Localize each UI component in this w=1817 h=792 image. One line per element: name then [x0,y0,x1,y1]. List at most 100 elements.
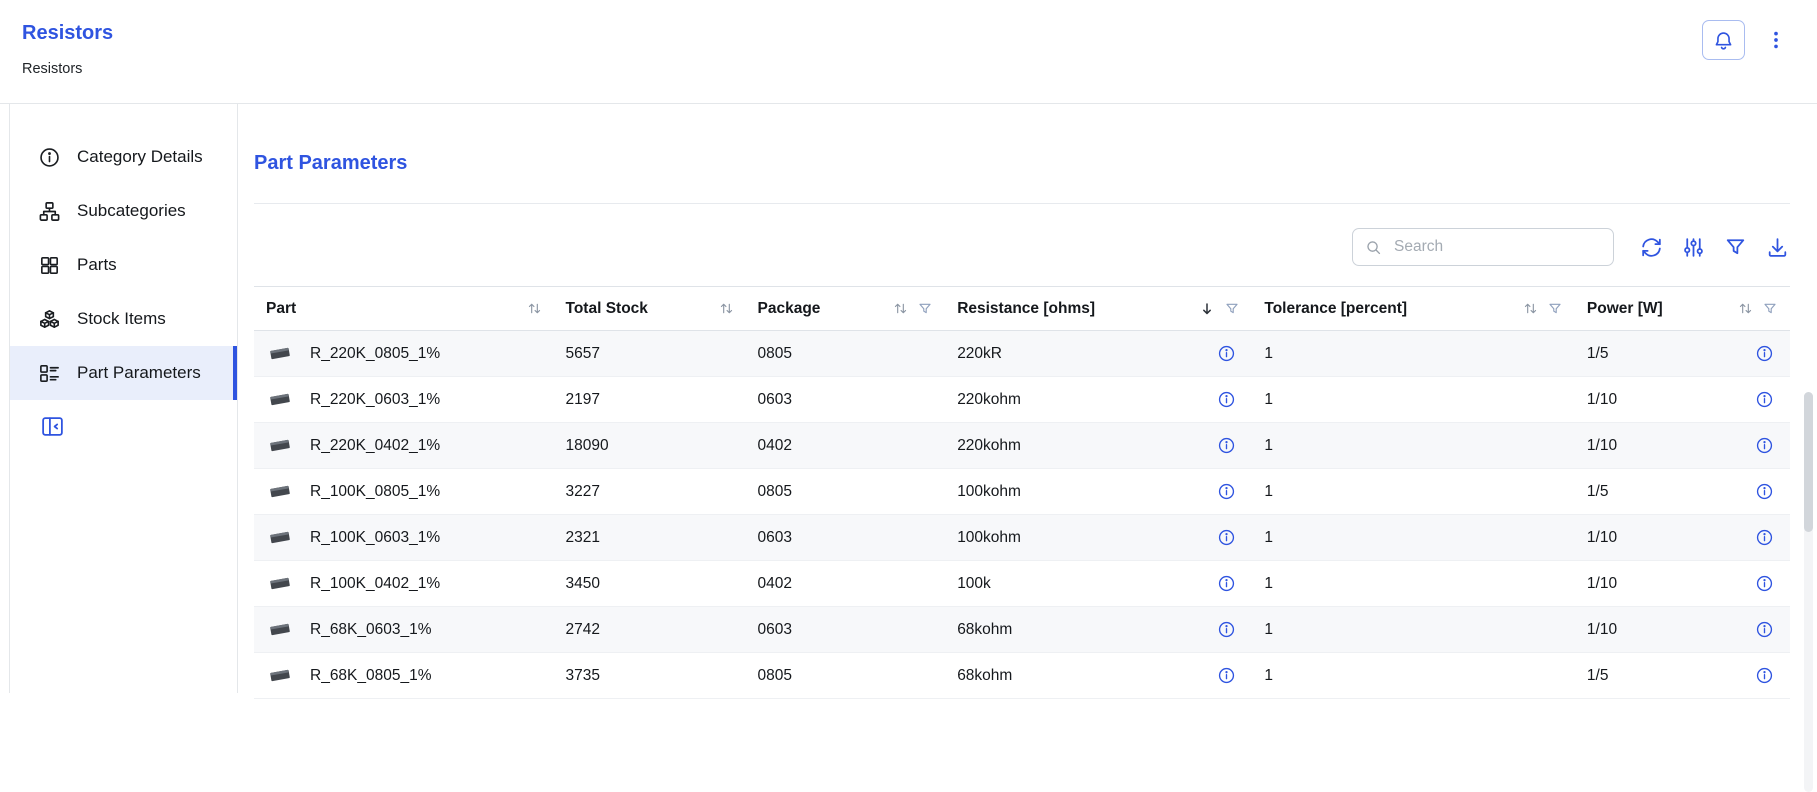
sidebar-item-parts[interactable]: Parts [10,238,237,292]
part-thumbnail [266,438,294,453]
resistance-value: 220kR [957,345,1002,363]
column-filter-icon[interactable] [1547,301,1563,317]
column-header-resistance-ohms[interactable]: Resistance [ohms] [945,287,1252,331]
sort-icon[interactable] [527,301,542,316]
part-thumbnail [266,392,294,407]
boxes-icon [38,308,61,331]
sort-icon[interactable] [719,301,734,316]
tolerance-cell: 1 [1252,607,1575,653]
sidebar-item-label: Subcategories [77,201,186,221]
resistance-value: 100kohm [957,483,1021,501]
total-stock-cell: 2742 [554,607,746,653]
sort-desc-icon[interactable] [1199,301,1215,317]
column-label: Resistance [ohms] [957,300,1095,318]
table-row[interactable]: R_220K_0603_1%21970603220kohm11/10 [254,377,1790,423]
column-label: Tolerance [percent] [1264,300,1407,318]
part-thumbnail [266,576,294,591]
search-input[interactable] [1392,237,1602,257]
refresh-button[interactable] [1639,235,1664,260]
filter-button[interactable] [1723,235,1748,260]
total-stock-cell: 2197 [554,377,746,423]
info-icon[interactable] [1217,390,1236,409]
power-value: 1/5 [1587,345,1609,363]
collapse-sidebar-icon[interactable] [40,414,65,439]
info-icon[interactable] [1755,436,1774,455]
column-filter-icon[interactable] [917,301,933,317]
sidebar-item-stock-items[interactable]: Stock Items [10,292,237,346]
part-name: R_68K_0603_1% [310,621,432,639]
table-row[interactable]: R_220K_0402_1%180900402220kohm11/10 [254,423,1790,469]
table-row[interactable]: R_100K_0603_1%23210603100kohm11/10 [254,515,1790,561]
kebab-menu-icon[interactable] [1765,27,1787,53]
info-icon[interactable] [1217,528,1236,547]
refresh-icon [1639,235,1664,260]
column-filter-icon[interactable] [1762,301,1778,317]
sort-icon[interactable] [1738,301,1753,316]
power-value: 1/10 [1587,437,1617,455]
column-label: Power [W] [1587,300,1663,318]
info-icon[interactable] [1755,620,1774,639]
sidebar-item-part-parameters[interactable]: Part Parameters [10,346,237,400]
info-icon[interactable] [1755,574,1774,593]
scrollbar-thumb[interactable] [1804,392,1813,532]
column-label: Part [266,300,296,318]
resistance-value: 220kohm [957,391,1021,409]
table-row[interactable]: R_100K_0805_1%32270805100kohm11/5 [254,469,1790,515]
resistance-value: 220kohm [957,437,1021,455]
table-row[interactable]: R_220K_0805_1%56570805220kR11/5 [254,331,1790,377]
info-icon[interactable] [1755,344,1774,363]
notifications-button[interactable] [1702,20,1745,60]
info-icon[interactable] [1217,574,1236,593]
tolerance-cell: 1 [1252,331,1575,377]
divider [254,203,1790,204]
download-button[interactable] [1765,235,1790,260]
table-row[interactable]: R_68K_0805_1%3735080568kohm11/5 [254,653,1790,699]
part-name: R_220K_0402_1% [310,437,440,455]
part-thumbnail [266,346,294,361]
column-settings-button[interactable] [1681,235,1706,260]
info-icon[interactable] [1755,482,1774,501]
info-icon[interactable] [1755,528,1774,547]
package-cell: 0603 [746,607,946,653]
breadcrumb[interactable]: Resistors [22,61,113,77]
sidebar-item-label: Parts [77,255,117,275]
part-parameters-table: Part Total Stock Package Resistance [ohms] T… [254,286,1790,699]
total-stock-cell: 2321 [554,515,746,561]
part-thumbnail [266,668,294,683]
column-header-total-stock[interactable]: Total Stock [554,287,746,331]
info-icon[interactable] [1755,666,1774,685]
power-value: 1/5 [1587,483,1609,501]
table-row[interactable]: R_68K_0603_1%2742060368kohm11/10 [254,607,1790,653]
column-filter-icon[interactable] [1224,301,1240,317]
info-icon[interactable] [1217,344,1236,363]
package-cell: 0603 [746,377,946,423]
total-stock-cell: 18090 [554,423,746,469]
sidebar-item-subcategories[interactable]: Subcategories [10,184,237,238]
info-icon[interactable] [1217,666,1236,685]
column-header-power-w[interactable]: Power [W] [1575,287,1790,331]
table-row[interactable]: R_100K_0402_1%34500402100k11/10 [254,561,1790,607]
package-cell: 0402 [746,561,946,607]
package-cell: 0805 [746,331,946,377]
column-header-package[interactable]: Package [746,287,946,331]
part-name: R_68K_0805_1% [310,667,432,685]
info-icon[interactable] [1755,390,1774,409]
column-label: Package [758,300,821,318]
resistance-value: 100kohm [957,529,1021,547]
info-icon[interactable] [1217,482,1236,501]
column-header-part[interactable]: Part [254,287,554,331]
sort-icon[interactable] [893,301,908,316]
table-scrollbar[interactable] [1804,392,1813,792]
power-value: 1/10 [1587,529,1617,547]
info-icon[interactable] [1217,436,1236,455]
topbar-titles: Resistors Resistors [22,16,113,77]
total-stock-cell: 5657 [554,331,746,377]
package-cell: 0603 [746,515,946,561]
total-stock-cell: 3735 [554,653,746,699]
sidebar-item-label: Part Parameters [77,363,201,383]
table-header-row: Part Total Stock Package Resistance [ohms] T… [254,287,1790,331]
sort-icon[interactable] [1523,301,1538,316]
column-header-tolerance-percent[interactable]: Tolerance [percent] [1252,287,1575,331]
sidebar-item-category-details[interactable]: Category Details [10,130,237,184]
info-icon[interactable] [1217,620,1236,639]
